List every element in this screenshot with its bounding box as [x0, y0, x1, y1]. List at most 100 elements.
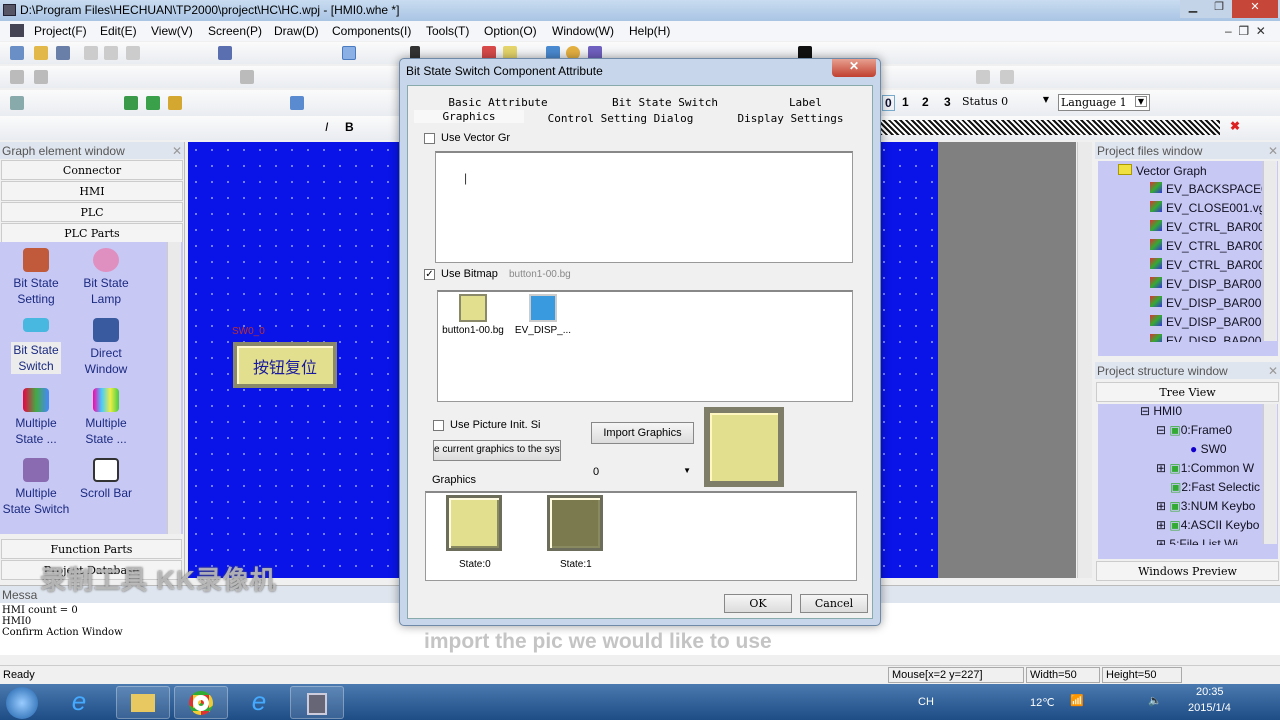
tree-file-list[interactable]: ⊞ 5:File List Wi: [1156, 537, 1238, 545]
menu-screen[interactable]: Screen(P): [208, 24, 262, 38]
canvas-vertical-scrollbar[interactable]: [1077, 142, 1092, 578]
use-bitmap-checkbox[interactable]: ✓: [424, 269, 435, 280]
close-icon[interactable]: ✕: [1268, 364, 1278, 378]
tab-label[interactable]: Label: [753, 96, 858, 109]
file-item[interactable]: EV_DISP_BAR001.: [1150, 277, 1262, 291]
tree-num-keyboard[interactable]: ⊞ ▣3:NUM Keybo: [1156, 499, 1255, 513]
maximize-button[interactable]: ❐: [1206, 0, 1232, 18]
menu-view[interactable]: View(V): [151, 24, 193, 38]
close-icon[interactable]: ✕: [1268, 144, 1278, 158]
delete-pattern-icon[interactable]: ✖: [1230, 119, 1240, 133]
bold-button[interactable]: B: [345, 120, 354, 134]
category-plc[interactable]: PLC: [1, 202, 183, 222]
align-left-icon[interactable]: [10, 70, 24, 84]
part-bit-state-lamp[interactable]: Bit State Lamp: [70, 248, 142, 307]
import-graphics-button[interactable]: Import Graphics: [591, 422, 694, 444]
start-button[interactable]: [6, 687, 38, 719]
cancel-button[interactable]: Cancel: [800, 594, 868, 613]
category-function-parts[interactable]: Function Parts: [1, 539, 182, 559]
new-icon[interactable]: [10, 46, 24, 60]
file-item[interactable]: EV_CTRL_BAR001: [1150, 220, 1262, 234]
mdi-controls[interactable]: – ❐ ✕: [1225, 24, 1266, 38]
tab-basic-attribute[interactable]: Basic Attribute: [418, 96, 578, 109]
category-connector[interactable]: Connector: [1, 160, 183, 180]
menu-draw[interactable]: Draw(D): [274, 24, 319, 38]
save-graphics-to-system-button[interactable]: e current graphics to the syste: [433, 440, 561, 461]
part-bit-state-setting[interactable]: Bit State Setting: [0, 248, 72, 307]
part-direct-window[interactable]: Direct Window: [70, 318, 142, 377]
menu-help[interactable]: Help(H): [629, 24, 670, 38]
category-plc-parts[interactable]: PLC Parts: [1, 223, 183, 243]
cut-icon[interactable]: [84, 46, 98, 60]
state-0-button[interactable]: 0: [882, 95, 895, 111]
menu-edit[interactable]: Edit(E): [100, 24, 137, 38]
menu-tools[interactable]: Tools(T): [426, 24, 469, 38]
component-icon[interactable]: [10, 96, 24, 110]
state-1-button[interactable]: 1: [902, 95, 909, 109]
part-multiple-state-1[interactable]: Multiple State ...: [0, 388, 72, 447]
files-vscroll[interactable]: [1263, 161, 1277, 341]
open-icon[interactable]: [34, 46, 48, 60]
tree-frame0[interactable]: ⊟ ▣0:Frame0: [1156, 423, 1232, 437]
category-hmi[interactable]: HMI: [1, 181, 183, 201]
tree-sw0[interactable]: ● SW0: [1190, 442, 1227, 456]
tab-bit-state-switch[interactable]: Bit State Switch: [580, 96, 750, 109]
state-icon[interactable]: [290, 96, 304, 110]
close-icon[interactable]: ✕: [172, 144, 182, 158]
clock-time[interactable]: 20:35: [1196, 686, 1224, 698]
state-0-graphic[interactable]: [446, 495, 502, 551]
tab-control-setting-dialog[interactable]: Control Setting Dialog: [528, 112, 713, 125]
reset-button-component[interactable]: 按钮复位: [233, 342, 337, 388]
arrow-left-icon[interactable]: [976, 70, 990, 84]
use-picture-init-size-checkbox[interactable]: [433, 420, 444, 431]
dialog-close-button[interactable]: ✕: [832, 59, 876, 77]
file-item[interactable]: EV_CTRL_BAR003: [1150, 258, 1262, 272]
language-select[interactable]: Language 1 ▼: [1058, 94, 1150, 111]
tree-ascii-keyboard[interactable]: ⊞ ▣4:ASCII Keybo: [1156, 518, 1259, 532]
undo-icon[interactable]: [218, 46, 232, 60]
ok-button[interactable]: OK: [724, 594, 792, 613]
tab-graphics[interactable]: Graphics: [414, 110, 524, 123]
volume-icon[interactable]: 🔈: [1148, 694, 1162, 707]
tree-fast-selection[interactable]: ▣2:Fast Selectic: [1170, 480, 1260, 494]
bitmap-item[interactable]: button1-00.bg: [440, 294, 506, 336]
state-1-graphic[interactable]: [547, 495, 603, 551]
state-3-button[interactable]: 3: [944, 95, 951, 109]
ie-taskbar-icon[interactable]: e: [52, 686, 106, 719]
network-icon[interactable]: 📶: [1070, 694, 1084, 707]
part-multiple-state-switch[interactable]: Multiple State Switch: [0, 458, 72, 517]
chrome-taskbar-icon[interactable]: [174, 686, 228, 719]
fill-pattern-palette[interactable]: [880, 120, 1220, 135]
copy-icon[interactable]: [104, 46, 118, 60]
part-bit-state-switch[interactable]: Bit State Switch: [0, 318, 72, 374]
bitmap-item[interactable]: EV_DISP_...: [510, 294, 576, 336]
clock-date[interactable]: 2015/1/4: [1188, 702, 1231, 714]
tree-hmi0[interactable]: ⊟ HMI0: [1140, 404, 1182, 418]
align-right-icon[interactable]: [34, 70, 48, 84]
state-select[interactable]: 0 ▼: [593, 466, 693, 482]
file-item[interactable]: EV_CLOSE001.vg: [1150, 201, 1262, 215]
menu-option[interactable]: Option(O): [484, 24, 537, 38]
italic-button[interactable]: I: [325, 120, 328, 134]
state-2-button[interactable]: 2: [922, 95, 929, 109]
sound-icon[interactable]: [168, 96, 182, 110]
status-select[interactable]: Status 0 ▼: [960, 94, 1052, 111]
bitmap-icon[interactable]: [146, 96, 160, 110]
use-vector-checkbox[interactable]: [424, 133, 435, 144]
file-item[interactable]: EV_BACKSPACE00: [1150, 182, 1262, 196]
save-icon[interactable]: [56, 46, 70, 60]
parts-scrollbar[interactable]: [167, 242, 181, 534]
windows-preview-button[interactable]: Windows Preview: [1096, 561, 1279, 581]
arrow-right-icon[interactable]: [1000, 70, 1014, 84]
ie2-taskbar-icon[interactable]: e: [232, 686, 286, 719]
tree-common-window[interactable]: ⊞ ▣1:Common W: [1156, 461, 1254, 475]
menu-components[interactable]: Components(I): [332, 24, 411, 38]
tree-folder-vector-graph[interactable]: Vector Graph: [1118, 164, 1207, 178]
weather-temp[interactable]: 12℃: [1030, 696, 1055, 709]
input-language[interactable]: CH: [918, 696, 934, 708]
part-scroll-bar[interactable]: Scroll Bar: [70, 458, 142, 501]
file-item[interactable]: EV_DISP_BAR003.: [1150, 315, 1262, 329]
file-item[interactable]: EV_CTRL_BAR002: [1150, 239, 1262, 253]
minimize-button[interactable]: ▁: [1180, 0, 1206, 18]
menu-project[interactable]: Project(F): [34, 24, 87, 38]
